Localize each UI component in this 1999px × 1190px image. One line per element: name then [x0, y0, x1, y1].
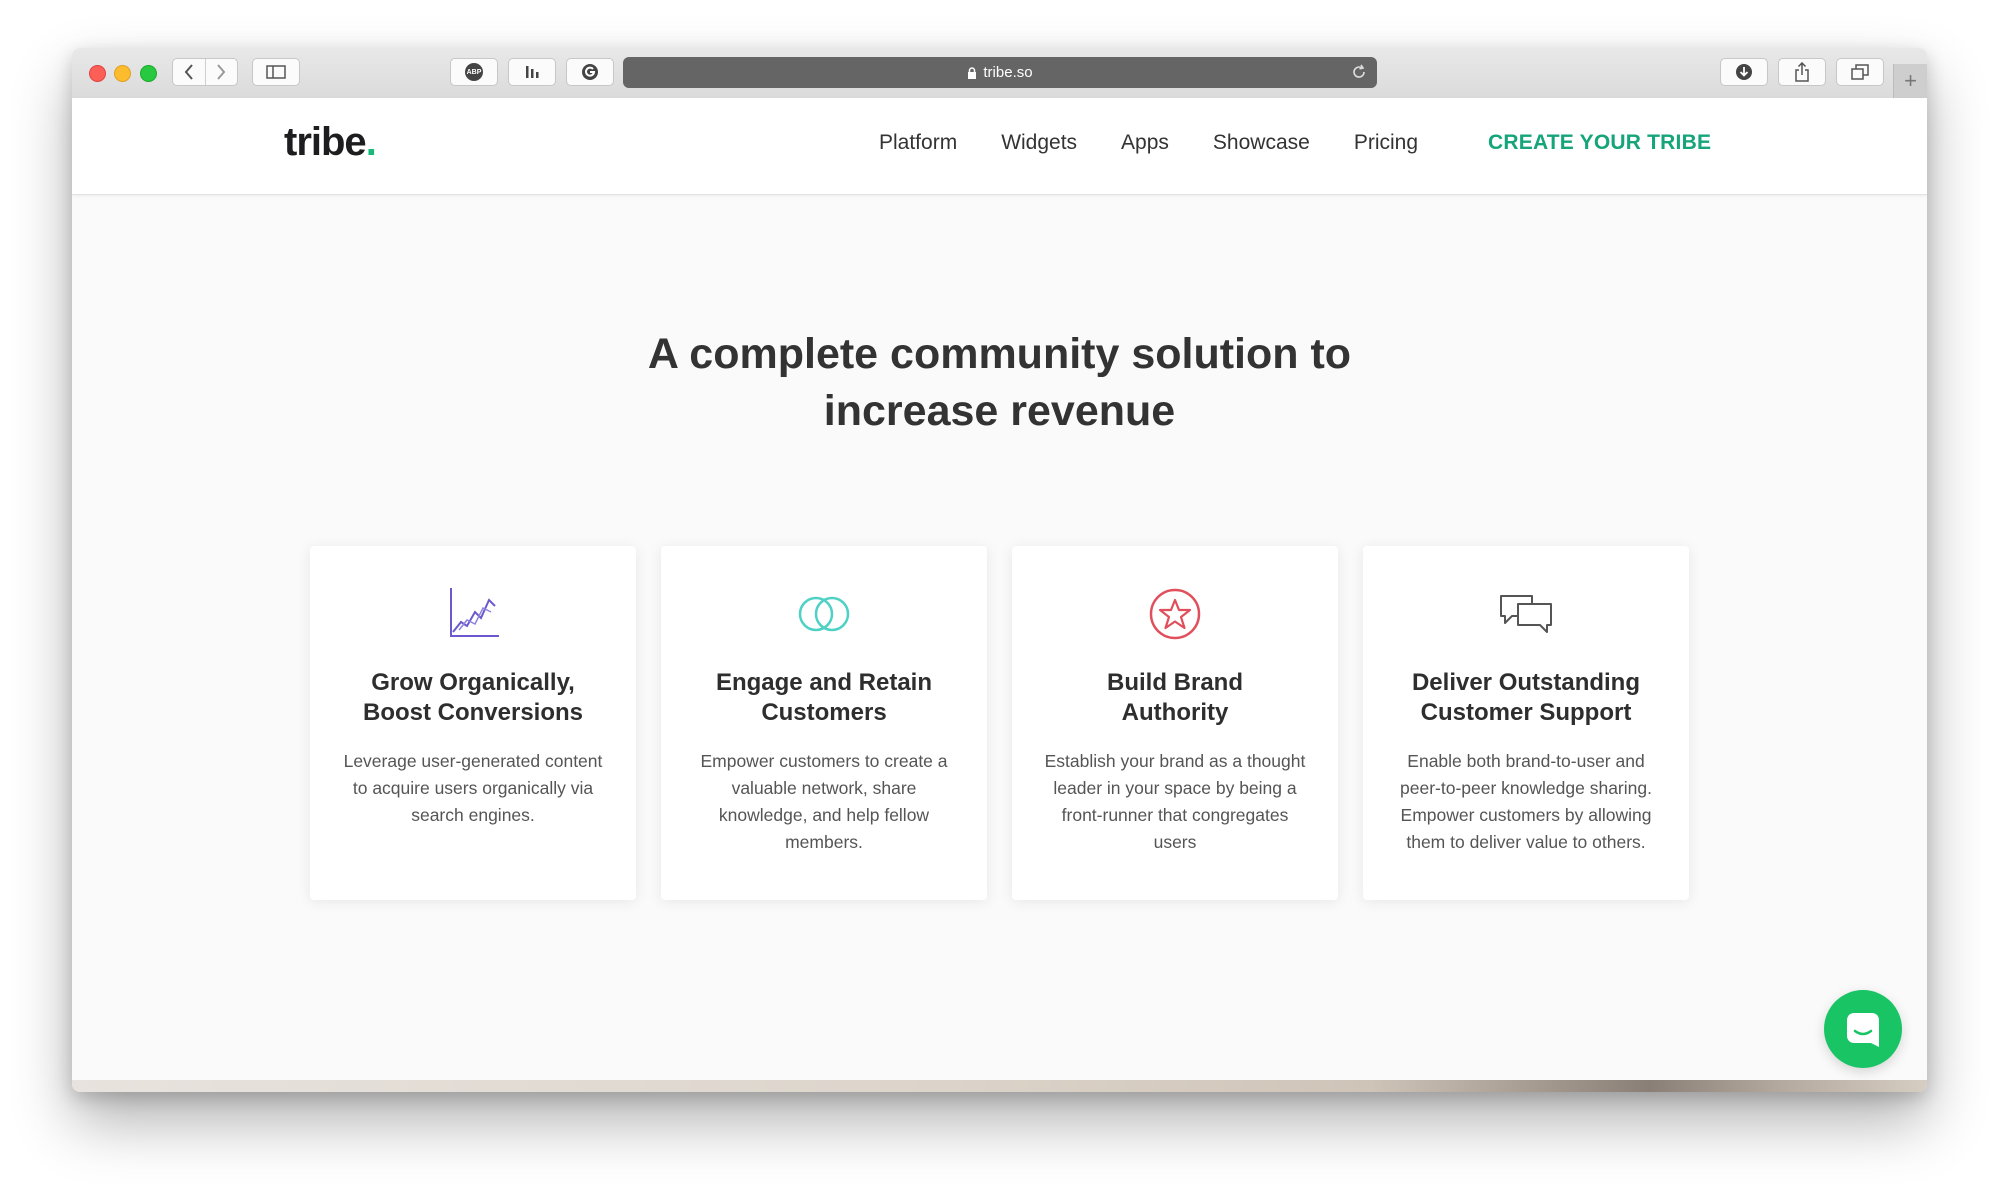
hero-title-line-1: A complete community solution to	[647, 330, 1352, 378]
card-title-line: Authority	[1121, 699, 1229, 726]
main-nav: Platform Widgets Apps Showcase Pricing C…	[879, 131, 1711, 155]
site-header: tribe. Platform Widgets Apps Showcase Pr…	[72, 98, 1927, 195]
card-title-line: Boost Conversions	[362, 699, 584, 726]
card-title-line: Build Brand	[1107, 669, 1243, 696]
share-button[interactable]	[1778, 58, 1826, 86]
hero-title-line-2: increase revenue	[823, 387, 1176, 435]
lock-icon	[968, 66, 977, 79]
card-desc-line: Establish your brand as a thought	[1044, 751, 1306, 771]
grammarly-icon	[582, 64, 598, 80]
close-window-button[interactable]	[89, 65, 106, 82]
forward-button[interactable]	[204, 59, 238, 85]
feature-cards: Grow Organically, Boost Conversions Leve…	[310, 546, 1689, 900]
back-button[interactable]	[173, 59, 205, 85]
adblock-button[interactable]: ABP	[450, 58, 498, 86]
plus-icon: +	[1904, 68, 1917, 93]
tabs-icon	[1851, 64, 1869, 80]
card-title-line: Engage and Retain	[715, 669, 933, 696]
feature-card-engage: Engage and Retain Customers Empower cust…	[661, 546, 987, 900]
card-description: Establish your brand as a thought leader…	[1012, 748, 1338, 856]
hero-title: A complete community solution to increas…	[72, 326, 1927, 440]
chat-bubbles-icon	[1500, 595, 1552, 633]
card-desc-line: Empower customers to create a	[700, 751, 948, 771]
create-your-tribe-button[interactable]: CREATE YOUR TRIBE	[1488, 131, 1711, 155]
card-title-line: Grow Organically,	[371, 669, 575, 696]
browser-toolbar: ABP tribe.so +	[72, 48, 1927, 99]
new-tab-button[interactable]: +	[1893, 64, 1927, 98]
forward-icon	[217, 64, 226, 80]
card-title: Engage and Retain Customers	[661, 668, 987, 728]
nav-widgets[interactable]: Widgets	[1001, 131, 1077, 155]
card-desc-line: Leverage user-generated content	[343, 751, 603, 771]
card-description: Empower customers to create a valuable n…	[661, 748, 987, 856]
feature-card-support: Deliver Outstanding Customer Support Ena…	[1363, 546, 1689, 900]
bars-icon	[526, 66, 539, 78]
card-desc-line: front-runner that congregates	[1061, 805, 1289, 825]
tab-overview-button[interactable]	[1836, 58, 1884, 86]
page-bottom-edge	[72, 1080, 1927, 1092]
nav-apps[interactable]: Apps	[1121, 131, 1169, 155]
history-nav	[172, 58, 238, 86]
star-badge-icon	[1149, 588, 1201, 640]
sidebar-icon	[266, 65, 286, 79]
reload-icon[interactable]	[1351, 64, 1367, 80]
card-title: Build Brand Authority	[1012, 668, 1338, 728]
card-desc-line: Empower customers by allowing	[1400, 805, 1652, 825]
nav-pricing[interactable]: Pricing	[1354, 131, 1418, 155]
logo-dot: .	[365, 120, 377, 164]
chat-widget-button[interactable]	[1824, 990, 1902, 1068]
minimize-window-button[interactable]	[114, 65, 131, 82]
maximize-window-button[interactable]	[140, 65, 157, 82]
url-text: tribe.so	[983, 64, 1033, 81]
chat-widget-icon	[1847, 1013, 1879, 1047]
browser-window: ABP tribe.so + tribe. Platform Widgets A…	[72, 48, 1927, 1092]
tribe-logo[interactable]: tribe.	[284, 120, 377, 165]
downloads-button[interactable]	[1720, 58, 1768, 86]
card-desc-line: Enable both brand-to-user and	[1407, 751, 1645, 771]
sidebar-button[interactable]	[252, 58, 300, 86]
card-desc-line: users	[1153, 832, 1197, 852]
interlocking-rings-icon	[798, 596, 850, 632]
card-desc-line: leader in your space by being a	[1053, 778, 1297, 798]
card-title-line: Customer Support	[1420, 699, 1632, 726]
card-desc-line: members.	[785, 832, 863, 852]
card-description: Leverage user-generated content to acqui…	[310, 748, 636, 829]
address-bar[interactable]: tribe.so	[623, 57, 1377, 88]
growth-chart-icon	[450, 588, 499, 637]
card-desc-line: knowledge, and help fellow	[718, 805, 930, 825]
nav-platform[interactable]: Platform	[879, 131, 957, 155]
card-desc-line: peer-to-peer knowledge sharing.	[1400, 778, 1652, 798]
extension-bars-button[interactable]	[508, 58, 556, 86]
card-desc-line: valuable network, share	[731, 778, 917, 798]
grammarly-button[interactable]	[566, 58, 614, 86]
logo-text: tribe	[284, 120, 367, 164]
feature-card-brand: Build Brand Authority Establish your bra…	[1012, 546, 1338, 900]
adblock-icon: ABP	[465, 63, 483, 81]
share-icon	[1795, 62, 1809, 82]
card-title: Grow Organically, Boost Conversions	[310, 668, 636, 728]
card-title-line: Customers	[761, 699, 887, 726]
card-title-line: Deliver Outstanding	[1411, 669, 1641, 696]
card-title: Deliver Outstanding Customer Support	[1363, 668, 1689, 728]
card-desc-line: search engines.	[411, 805, 535, 825]
download-icon	[1736, 64, 1752, 80]
feature-card-grow: Grow Organically, Boost Conversions Leve…	[310, 546, 636, 900]
card-desc-line: to acquire users organically via	[352, 778, 594, 798]
card-desc-line: them to deliver value to others.	[1406, 832, 1646, 852]
nav-showcase[interactable]: Showcase	[1213, 131, 1310, 155]
back-icon	[184, 64, 193, 80]
card-description: Enable both brand-to-user and peer-to-pe…	[1363, 748, 1689, 856]
